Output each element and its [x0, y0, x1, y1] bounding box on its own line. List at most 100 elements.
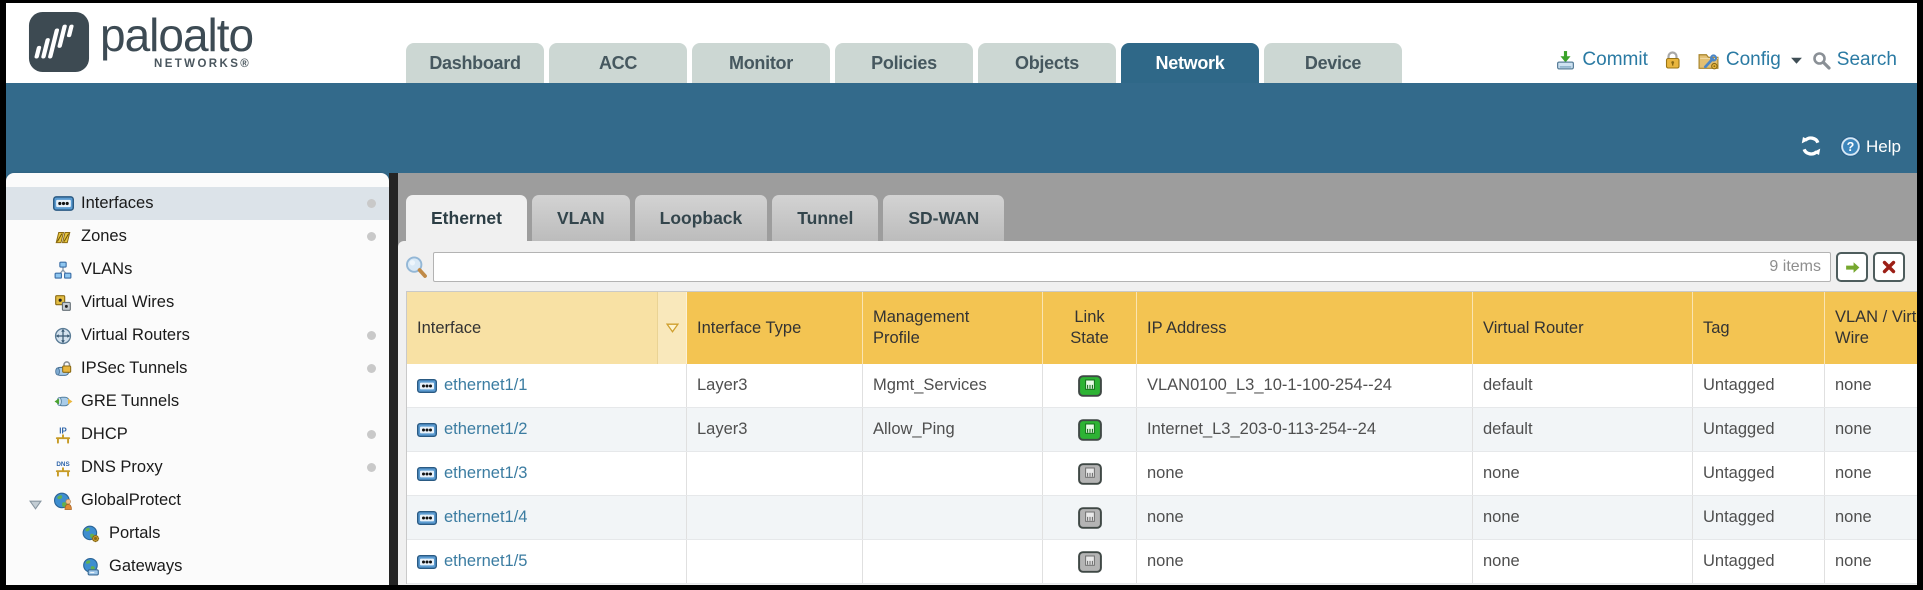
column-header-label: Interface Type — [697, 318, 801, 339]
tab-sd-wan[interactable]: SD-WAN — [883, 195, 1004, 241]
ipsec-tunnels-icon — [52, 360, 74, 377]
ethernet-interface-icon — [417, 379, 437, 393]
tab-acc[interactable]: ACC — [549, 43, 687, 83]
sidebar-item-globalprotect[interactable]: GlobalProtect — [6, 484, 389, 517]
brand-name: paloalto — [100, 13, 253, 57]
sidebar-item-label: DHCP — [81, 425, 128, 444]
column-header-ip-address[interactable]: IP Address — [1137, 292, 1473, 364]
vlan-virtual-wire-cell: none — [1825, 540, 1917, 583]
ip-address-cell: none — [1137, 452, 1473, 495]
lock-icon[interactable] — [1663, 50, 1682, 70]
help-button[interactable]: ? Help — [1839, 135, 1901, 158]
interface-link[interactable]: ethernet1/1 — [444, 376, 527, 395]
interface-type-tabs: EthernetVLANLoopbackTunnelSD-WAN — [406, 195, 1004, 241]
link-state-cell — [1043, 452, 1137, 495]
commit-button[interactable]: Commit — [1555, 49, 1647, 71]
interface-cell: ethernet1/2 — [407, 408, 687, 451]
tab-ethernet[interactable]: Ethernet — [406, 195, 527, 241]
filter-input[interactable] — [433, 252, 1831, 282]
management-profile-cell — [863, 452, 1043, 495]
sort-dropdown-button[interactable] — [657, 292, 686, 364]
interface-link[interactable]: ethernet1/2 — [444, 420, 527, 439]
table-row[interactable]: ethernet1/1Layer3Mgmt_ServicesVLAN0100_L… — [407, 364, 1917, 408]
help-label: Help — [1866, 137, 1901, 157]
column-header-tag[interactable]: Tag — [1693, 292, 1825, 364]
tab-monitor[interactable]: Monitor — [692, 43, 830, 83]
management-profile-cell: Allow_Ping — [863, 408, 1043, 451]
column-header-interface[interactable]: Interface — [407, 292, 687, 364]
sidebar-item-dns-proxy[interactable]: DNSDNS Proxy — [6, 451, 389, 484]
sidebar-item-gateways[interactable]: Gateways — [6, 550, 389, 583]
virtual-wires-icon — [52, 294, 74, 312]
management-profile-cell: Mgmt_Services — [863, 364, 1043, 407]
sidebar-splitter[interactable] — [389, 173, 398, 585]
sidebar-item-portals[interactable]: Portals — [6, 517, 389, 550]
tab-policies[interactable]: Policies — [835, 43, 973, 83]
interface-type-cell: Layer3 — [687, 408, 863, 451]
drag-dot — [367, 199, 376, 208]
column-header-label: VLAN / Virtual Wire — [1835, 307, 1917, 349]
interface-cell: ethernet1/4 — [407, 496, 687, 539]
tab-network[interactable]: Network — [1121, 43, 1259, 83]
help-icon: ? — [1839, 135, 1862, 158]
vlan-virtual-wire-cell: none — [1825, 408, 1917, 451]
paloalto-logo: paloalto NETWORKS® — [28, 11, 253, 73]
sidebar-item-virtual-wires[interactable]: Virtual Wires — [6, 286, 389, 319]
column-header-vlan-virtual-wire[interactable]: VLAN / Virtual Wire — [1825, 292, 1917, 364]
link-state-up-icon — [1078, 375, 1102, 397]
portals-icon — [80, 525, 102, 543]
tab-dashboard[interactable]: Dashboard — [406, 43, 544, 83]
interface-cell: ethernet1/5 — [407, 540, 687, 583]
commit-label: Commit — [1582, 49, 1647, 71]
config-dropdown[interactable]: Config — [1697, 49, 1803, 71]
link-state-down-icon — [1078, 551, 1102, 573]
expander-icon[interactable] — [29, 496, 42, 515]
ethernet-interface-icon — [417, 423, 437, 437]
sidebar-item-gre-tunnels[interactable]: GRE Tunnels — [6, 385, 389, 418]
column-header-management-profile[interactable]: Management Profile — [863, 292, 1043, 364]
interface-link[interactable]: ethernet1/3 — [444, 464, 527, 483]
tag-cell: Untagged — [1693, 540, 1825, 583]
search-button[interactable]: Search — [1812, 49, 1897, 71]
dhcp-icon: IP — [52, 426, 74, 444]
table-row[interactable]: ethernet1/3nonenoneUntaggednone — [407, 452, 1917, 496]
tab-tunnel[interactable]: Tunnel — [772, 195, 878, 241]
sidebar-item-dhcp[interactable]: IP DHCP — [6, 418, 389, 451]
tab-objects[interactable]: Objects — [978, 43, 1116, 83]
ethernet-panel: 9 items Interface Interface Type Managemen… — [398, 241, 1917, 585]
column-header-label: Interface — [417, 318, 481, 339]
config-label: Config — [1726, 49, 1781, 71]
drag-dot — [367, 463, 376, 472]
column-header-interface-type[interactable]: Interface Type — [687, 292, 863, 364]
table-row[interactable]: ethernet1/2Layer3Allow_PingInternet_L3_2… — [407, 408, 1917, 452]
sidebar-item-interfaces[interactable]: Interfaces — [6, 187, 389, 220]
refresh-icon[interactable] — [1798, 134, 1824, 158]
ethernet-interface-icon — [417, 467, 437, 481]
tab-vlan[interactable]: VLAN — [532, 195, 630, 241]
interface-link[interactable]: ethernet1/5 — [444, 552, 527, 571]
sidebar-item-virtual-routers[interactable]: Virtual Routers — [6, 319, 389, 352]
filter-row: 9 items — [398, 241, 1917, 291]
sidebar-item-vlans[interactable]: VLANs — [6, 253, 389, 286]
column-header-link-state[interactable]: Link State — [1043, 292, 1137, 364]
sidebar-item-zones[interactable]: Zones — [6, 220, 389, 253]
app-window: paloalto NETWORKS® DashboardACCMonitorPo… — [6, 3, 1917, 585]
tab-device[interactable]: Device — [1264, 43, 1402, 83]
items-count: 9 items — [1769, 258, 1821, 276]
table-header: Interface Interface Type Management Profil… — [407, 292, 1917, 364]
column-header-label: Tag — [1703, 318, 1730, 339]
table-row[interactable]: ethernet1/5nonenoneUntaggednone — [407, 540, 1917, 584]
clear-filter-button[interactable] — [1873, 252, 1905, 282]
sidebar-item-label: GlobalProtect — [81, 491, 181, 510]
sidebar-item-ipsec-tunnels[interactable]: IPSec Tunnels — [6, 352, 389, 385]
ethernet-interface-icon — [417, 511, 437, 525]
link-state-up-icon — [1078, 419, 1102, 441]
table-row[interactable]: ethernet1/4nonenoneUntaggednone — [407, 496, 1917, 540]
tab-loopback[interactable]: Loopback — [635, 195, 768, 241]
drag-dot — [367, 430, 376, 439]
sidebar-item-label: Portals — [109, 524, 160, 543]
apply-filter-button[interactable] — [1836, 252, 1868, 282]
column-header-virtual-router[interactable]: Virtual Router — [1473, 292, 1693, 364]
interface-link[interactable]: ethernet1/4 — [444, 508, 527, 527]
sidebar-item-label: Virtual Routers — [81, 326, 190, 345]
